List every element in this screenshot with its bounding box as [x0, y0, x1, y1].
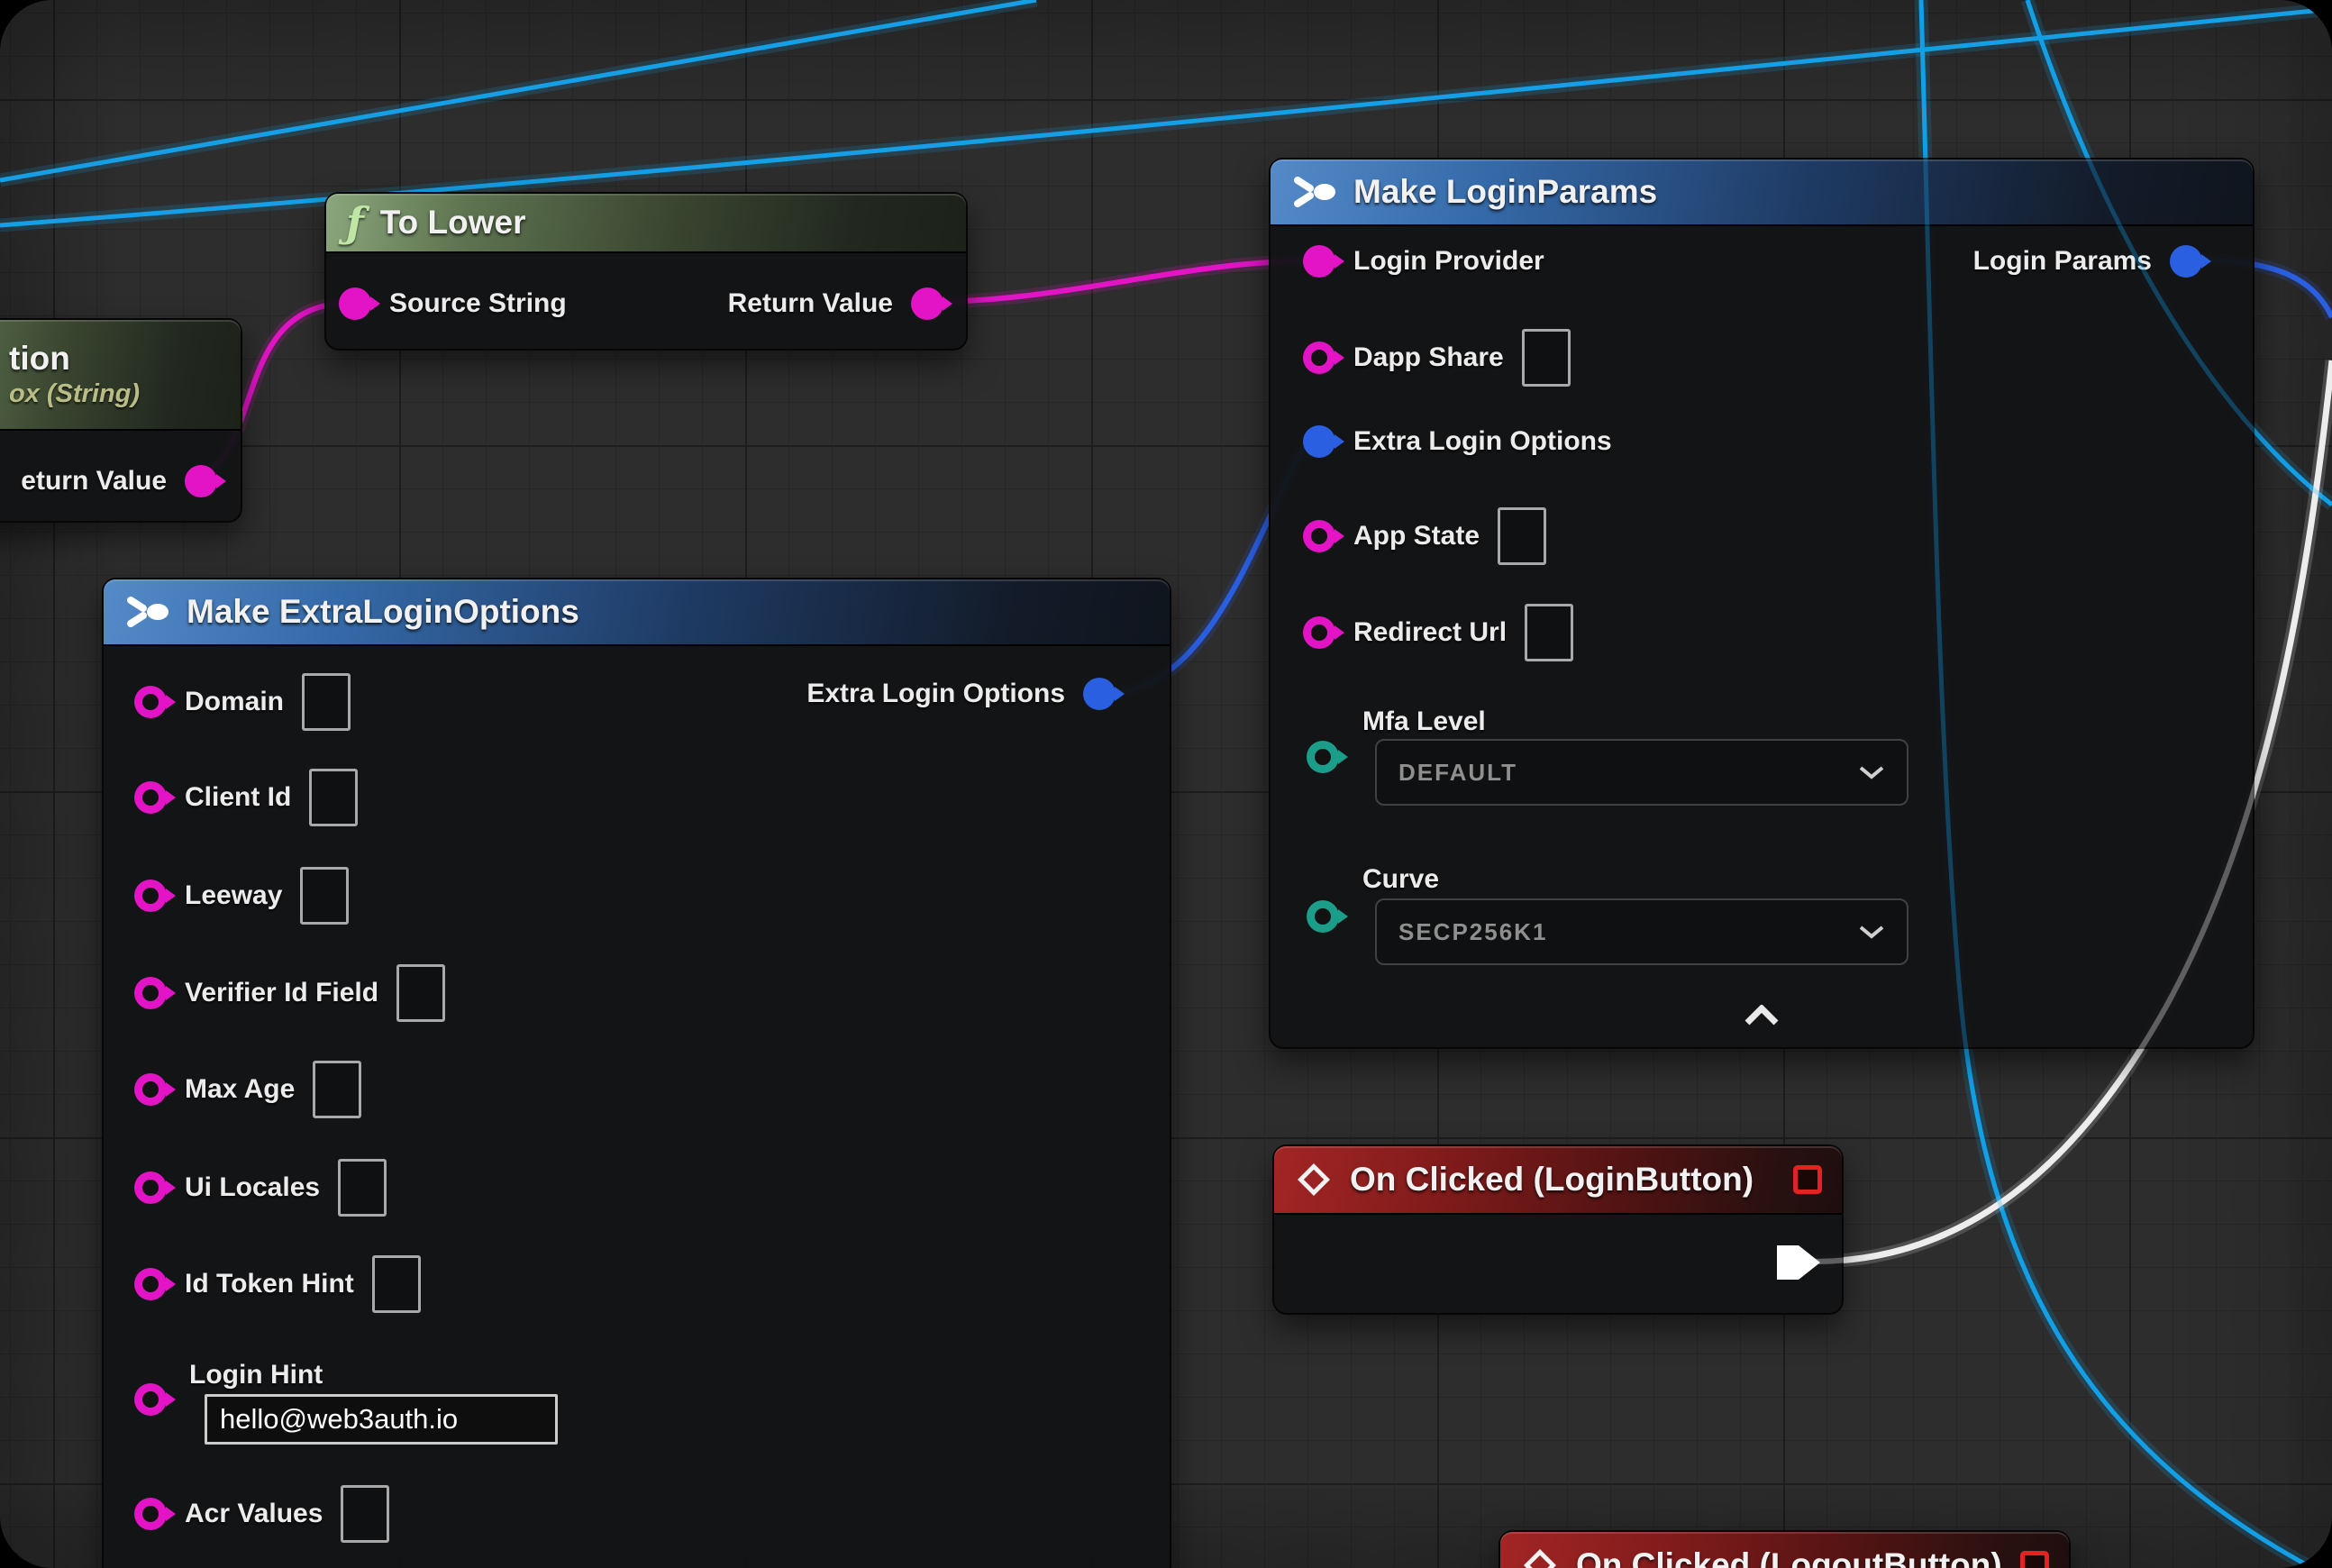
- node-title: On Clicked (LoginButton): [1350, 1161, 1754, 1199]
- mfa-level-dropdown[interactable]: DEFAULT: [1375, 739, 1908, 806]
- pin-label-mfa-level: Mfa Level: [1362, 707, 1486, 737]
- node-to-lower-header: ƒ To Lower: [326, 194, 966, 253]
- make-struct-icon: [1290, 171, 1337, 213]
- input-pin-ui-locales[interactable]: [134, 1171, 167, 1204]
- pin-label-redirect-url: Redirect Url: [1353, 617, 1507, 648]
- pin-label-login-provider: Login Provider: [1353, 246, 1544, 277]
- acr-values-value-field[interactable]: [341, 1485, 389, 1543]
- login-hint-input[interactable]: hello@web3auth.io: [205, 1394, 558, 1445]
- node-partial-header: tion ox (String): [0, 320, 241, 431]
- node-partial-function[interactable]: tion ox (String) eturn Value: [0, 318, 242, 523]
- node-header: On Clicked (LogoutButton): [1500, 1532, 2069, 1568]
- leeway-value-field[interactable]: [300, 867, 349, 925]
- curve-dropdown[interactable]: SECP256K1: [1375, 898, 1908, 965]
- node-make-login-params[interactable]: Make LoginParams Login Params Login Prov…: [1269, 158, 2255, 1049]
- pin-label-login-hint: Login Hint: [189, 1360, 323, 1390]
- pin-label-dapp-share: Dapp Share: [1353, 342, 1504, 373]
- domain-value-field[interactable]: [302, 673, 351, 731]
- input-pin-client-id[interactable]: [134, 781, 167, 814]
- node-subtitle: ox (String): [9, 379, 140, 409]
- event-icon: [1294, 1160, 1334, 1199]
- pin-label-return-value: Return Value: [728, 288, 893, 319]
- pin-label-curve: Curve: [1362, 864, 1439, 895]
- node-title: Make ExtraLoginOptions: [187, 593, 579, 631]
- event-icon: [1520, 1545, 1560, 1568]
- pin-label-id-token-hint: Id Token Hint: [185, 1269, 354, 1299]
- redirect-url-value-field[interactable]: [1525, 604, 1573, 661]
- node-to-lower[interactable]: ƒ To Lower Source String Return Value: [324, 192, 968, 351]
- input-pin-curve[interactable]: [1307, 900, 1339, 933]
- node-header: Make LoginParams: [1271, 160, 2253, 226]
- node-title: To Lower: [380, 204, 526, 242]
- output-pin-return-value[interactable]: [911, 287, 943, 320]
- input-pin-login-hint[interactable]: [134, 1383, 167, 1416]
- pin-label-extra-login-options-out: Extra Login Options: [806, 679, 1065, 709]
- id-token-hint-value-field[interactable]: [372, 1255, 421, 1313]
- node-title: Make LoginParams: [1353, 173, 1657, 211]
- node-header: Make ExtraLoginOptions: [104, 579, 1170, 646]
- pin-label-leeway: Leeway: [185, 880, 282, 911]
- dropdown-chevron-icon: [1858, 764, 1885, 780]
- pin-label-return-value: eturn Value: [21, 466, 167, 497]
- curve-value: SECP256K1: [1398, 918, 1547, 946]
- node-header: On Clicked (LoginButton): [1274, 1146, 1842, 1215]
- pin-label-domain: Domain: [185, 687, 284, 717]
- output-pin-return-value[interactable]: [185, 465, 217, 497]
- pin-label-client-id: Client Id: [185, 782, 291, 813]
- input-pin-leeway[interactable]: [134, 880, 167, 912]
- pin-label-login-params-out: Login Params: [1973, 246, 2152, 277]
- node-title: On Clicked (LogoutButton): [1576, 1546, 2002, 1568]
- input-pin-dapp-share[interactable]: [1303, 342, 1335, 374]
- input-pin-extra-login-options[interactable]: [1303, 425, 1335, 458]
- input-pin-id-token-hint[interactable]: [134, 1268, 167, 1300]
- node-title: tion: [9, 340, 70, 378]
- verifier-id-value-field[interactable]: [396, 964, 445, 1022]
- pin-label-acr-values: Acr Values: [185, 1499, 323, 1529]
- collapse-chevron-icon[interactable]: [1742, 1005, 1781, 1026]
- dropdown-chevron-icon: [1858, 924, 1885, 940]
- input-pin-redirect-url[interactable]: [1303, 616, 1335, 649]
- exec-pin-icon[interactable]: [1775, 1244, 1822, 1281]
- ui-locales-value-field[interactable]: [338, 1159, 387, 1217]
- max-age-value-field[interactable]: [313, 1061, 361, 1118]
- input-pin-max-age[interactable]: [134, 1073, 167, 1106]
- screenshot-frame: tion ox (String) eturn Value ƒ To Lower …: [0, 0, 2332, 1568]
- dapp-share-value-field[interactable]: [1522, 329, 1571, 387]
- client-id-value-field[interactable]: [309, 769, 358, 826]
- node-on-clicked-logout-button[interactable]: On Clicked (LogoutButton): [1498, 1530, 2071, 1568]
- input-pin-mfa-level[interactable]: [1307, 741, 1339, 773]
- bound-event-icon[interactable]: [1793, 1165, 1822, 1194]
- make-struct-icon: [123, 591, 170, 633]
- pin-label-ui-locales: Ui Locales: [185, 1172, 320, 1203]
- input-pin-source-string[interactable]: [339, 287, 371, 320]
- output-pin-extra-login-options[interactable]: [1083, 678, 1116, 710]
- output-pin-login-params[interactable]: [2170, 245, 2202, 278]
- input-pin-domain[interactable]: [134, 686, 167, 718]
- pin-label-source-string: Source String: [389, 288, 567, 319]
- blueprint-graph[interactable]: tion ox (String) eturn Value ƒ To Lower …: [0, 0, 2332, 1568]
- pin-label-app-state: App State: [1353, 521, 1480, 552]
- node-on-clicked-login-button[interactable]: On Clicked (LoginButton): [1272, 1144, 1844, 1315]
- input-pin-acr-values[interactable]: [134, 1498, 167, 1530]
- node-make-extra-login-options[interactable]: Make ExtraLoginOptions Extra Login Optio…: [102, 578, 1171, 1568]
- app-state-value-field[interactable]: [1498, 507, 1546, 565]
- function-icon: ƒ: [346, 198, 364, 247]
- mfa-level-value: DEFAULT: [1398, 759, 1517, 787]
- pin-label-max-age: Max Age: [185, 1074, 295, 1105]
- input-pin-login-provider[interactable]: [1303, 245, 1335, 278]
- bound-event-icon[interactable]: [2020, 1551, 2049, 1568]
- pin-label-extra-login-options: Extra Login Options: [1353, 426, 1612, 457]
- input-pin-verifier-id-field[interactable]: [134, 977, 167, 1009]
- pin-label-verifier-id-field: Verifier Id Field: [185, 978, 378, 1008]
- input-pin-app-state[interactable]: [1303, 520, 1335, 552]
